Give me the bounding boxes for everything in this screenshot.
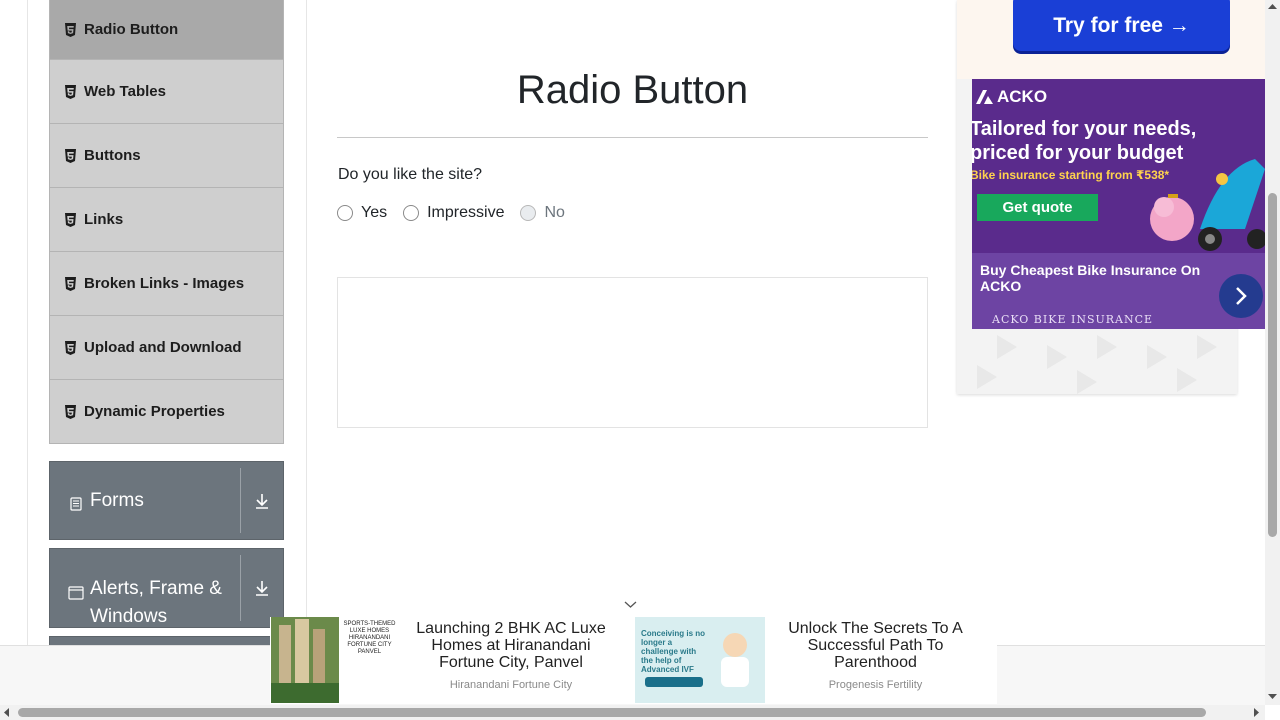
group-label: Forms bbox=[90, 489, 144, 511]
acko-headline-2: priced for your budget bbox=[972, 142, 1184, 164]
sidebar-item-upload-download[interactable]: Upload and Download bbox=[49, 316, 284, 380]
sidebar-group-alerts[interactable]: Alerts, Frame & Windows bbox=[49, 548, 284, 628]
html-file-icon bbox=[64, 22, 77, 37]
vertical-scroll-thumb[interactable] bbox=[1268, 193, 1277, 537]
get-quote-button[interactable]: Get quote bbox=[977, 194, 1098, 221]
sidebar-item-links[interactable]: Links bbox=[49, 188, 284, 252]
question-text: Do you like the site? bbox=[338, 166, 483, 183]
html-file-icon bbox=[64, 84, 77, 99]
acko-caption[interactable]: Buy Cheapest Bike Insurance On ACKO bbox=[980, 262, 1210, 294]
sidebar-item-buttons[interactable]: Buttons bbox=[49, 124, 284, 188]
scroll-right-arrow-icon[interactable] bbox=[1253, 707, 1261, 718]
sidebar-divider bbox=[306, 0, 307, 705]
radio-label-yes[interactable]: Yes bbox=[361, 204, 387, 222]
scroll-left-arrow-icon[interactable] bbox=[2, 707, 10, 718]
form-list-icon bbox=[68, 493, 84, 511]
ad2-title[interactable]: Unlock The Secrets To A Successful Path … bbox=[768, 620, 983, 671]
acko-headline-1: Tailored for your needs, bbox=[972, 118, 1197, 140]
sidebar-item-label: Upload and Download bbox=[84, 339, 242, 356]
sidebar-item-broken-links[interactable]: Broken Links - Images bbox=[49, 252, 284, 316]
sidebar-item-radio-button[interactable]: Radio Button bbox=[49, 0, 284, 60]
sidebar-item-label: Radio Button bbox=[84, 21, 179, 38]
acko-brand: ACKO bbox=[997, 87, 1048, 106]
acko-ad[interactable]: ACKO Tailored for your needs, priced for… bbox=[972, 79, 1265, 329]
hiranandani-ad-image[interactable]: SPORTS-THEMED LUXE HOMES HIRANANDANI FOR… bbox=[271, 617, 400, 703]
radio-impressive[interactable]: Impressive bbox=[403, 204, 504, 222]
radio-group: Yes Impressive No bbox=[337, 204, 581, 222]
sidebar-elements-list: Radio Button Web Tables Buttons Links Br… bbox=[49, 0, 284, 444]
radio-circle[interactable] bbox=[403, 205, 420, 221]
sidebar-item-dynamic-properties[interactable]: Dynamic Properties bbox=[49, 380, 284, 444]
ad2-source[interactable]: Progenesis Fertility bbox=[768, 679, 983, 691]
sidebar-item-label: Links bbox=[84, 211, 124, 228]
group-label-wrap: Alerts, Frame & Windows bbox=[50, 549, 240, 627]
try-for-free-button[interactable]: Try for free → bbox=[1013, 0, 1230, 51]
html-file-icon bbox=[64, 404, 77, 419]
scroll-down-arrow-icon[interactable] bbox=[1267, 693, 1278, 701]
window-icon bbox=[68, 582, 84, 600]
html-file-icon bbox=[64, 148, 77, 163]
radio-label-impressive[interactable]: Impressive bbox=[427, 204, 504, 222]
chevron-right-icon[interactable] bbox=[1219, 274, 1263, 318]
ad1-source[interactable]: Hiranandani Fortune City bbox=[402, 679, 620, 691]
radio-circle[interactable] bbox=[337, 205, 353, 221]
doctor-illustration bbox=[645, 633, 749, 687]
sidebar-group-forms[interactable]: Forms bbox=[49, 461, 284, 540]
radio-yes[interactable]: Yes bbox=[337, 204, 387, 222]
download-icon bbox=[241, 462, 283, 539]
scroll-up-arrow-icon[interactable] bbox=[1267, 2, 1278, 10]
hiranandani-card: SPORTS-THEMED LUXE HOMES HIRANANDANI FOR… bbox=[339, 617, 400, 703]
acko-headline: Tailored for your needs, priced for your… bbox=[972, 117, 1196, 165]
group-label: Alerts, Frame & Windows bbox=[90, 578, 222, 627]
html-file-icon bbox=[64, 276, 77, 291]
acko-logo: ACKO bbox=[976, 87, 1047, 107]
building-illustration bbox=[271, 617, 339, 703]
sidebar-item-label: Dynamic Properties bbox=[84, 403, 225, 420]
ad1-title[interactable]: Launching 2 BHK AC Luxe Homes at Hiranan… bbox=[402, 620, 620, 671]
sidebar-item-label: Broken Links - Images bbox=[84, 275, 245, 292]
acko-footer: ACKO BIKE INSURANCE bbox=[992, 313, 1154, 326]
left-divider bbox=[27, 0, 28, 705]
chevron-down-icon[interactable] bbox=[623, 600, 638, 610]
sidebar-item-label: Web Tables bbox=[84, 83, 166, 100]
group-label-wrap: Forms bbox=[50, 462, 240, 539]
title-divider bbox=[337, 137, 928, 138]
page-title: Radio Button bbox=[516, 68, 749, 112]
sidebar-item-web-tables[interactable]: Web Tables bbox=[49, 60, 284, 124]
page: Radio Button Web Tables Buttons Links Br… bbox=[0, 0, 1280, 720]
html-file-icon bbox=[64, 212, 77, 227]
horizontal-scroll-thumb[interactable] bbox=[18, 708, 1206, 717]
download-icon bbox=[241, 549, 283, 627]
inline-ad-slot bbox=[337, 277, 928, 428]
progenesis-ad-image[interactable]: Conceiving is no longer a challenge with… bbox=[635, 617, 765, 703]
sidebar-item-label: Buttons bbox=[84, 147, 141, 164]
html-file-icon bbox=[64, 340, 77, 355]
radio-no: No bbox=[520, 204, 565, 222]
radio-label-no: No bbox=[544, 204, 565, 221]
acko-subtext: Bike insurance starting from ₹538* bbox=[972, 168, 1170, 182]
radio-circle bbox=[520, 205, 537, 221]
